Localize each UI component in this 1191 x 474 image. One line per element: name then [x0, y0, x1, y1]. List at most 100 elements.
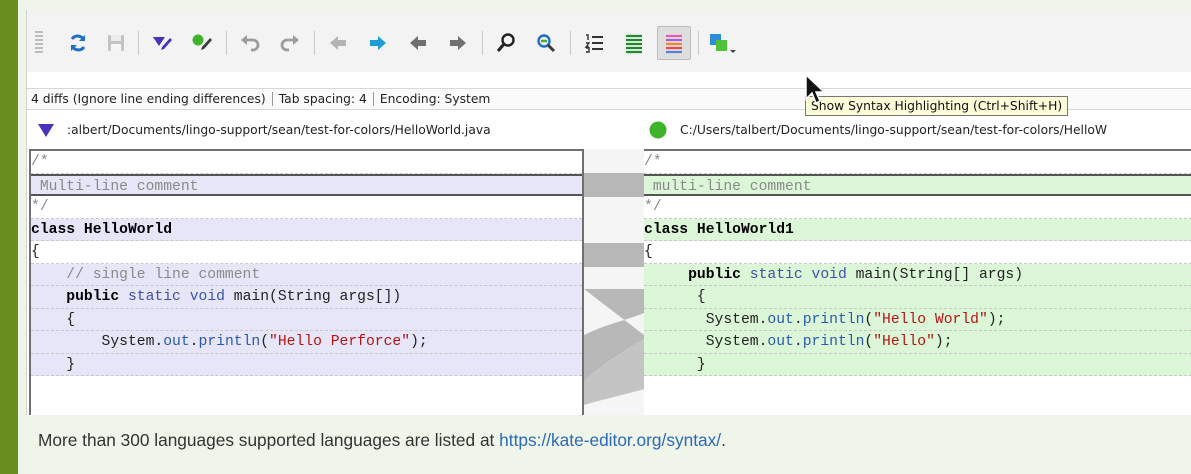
syntax-link[interactable]: https://kate-editor.org/syntax/: [499, 430, 721, 450]
diff-count-label: 4 diffs (Ignore line ending differences): [31, 92, 266, 106]
identifier: out: [767, 334, 794, 350]
identifier: println: [198, 334, 261, 350]
code-line: }: [644, 353, 1191, 376]
code-text: {: [644, 244, 653, 260]
refresh-icon: [70, 34, 86, 52]
keyword: public: [688, 266, 741, 283]
code-line: {: [644, 286, 1191, 309]
find-next-button[interactable]: [529, 26, 563, 60]
code-text: System.out.println("Hello World");: [644, 311, 1006, 328]
toolbar-grip[interactable]: [35, 31, 43, 55]
diamond-marker-icon: [153, 37, 172, 50]
code-line: System.out.println("Hello");: [644, 331, 1191, 354]
refresh-button[interactable]: [61, 26, 95, 60]
line-numbers-icon: [584, 34, 603, 53]
encoding-label[interactable]: Encoding: System: [380, 92, 491, 106]
code-text: /*: [644, 154, 662, 170]
code-line: {: [644, 241, 1191, 264]
code-line: /*: [644, 151, 1191, 174]
code-text: */: [644, 199, 662, 215]
code-text: System.out.println("Hello Perforce");: [31, 334, 428, 350]
code-line: /*: [31, 151, 582, 174]
undo-button[interactable]: [233, 26, 267, 60]
diff-lines-icon: [626, 34, 642, 54]
toggle-right-marker-button[interactable]: [185, 26, 219, 60]
status-divider: [271, 92, 273, 106]
toolbar-separator: [698, 31, 699, 55]
code-line: */: [644, 196, 1191, 219]
syntax-highlighting-button[interactable]: [657, 26, 691, 60]
next-file-icon: [450, 36, 466, 50]
right-code-pane[interactable]: /* multi-line comment */ class HelloWorl…: [644, 149, 1191, 415]
code-line: {: [31, 308, 582, 331]
code-line: System.out.println("Hello Perforce");: [31, 331, 582, 354]
diff-connector-gutter: [584, 149, 644, 415]
next-file-button[interactable]: [441, 26, 475, 60]
string-literal: "Hello World": [873, 311, 988, 328]
merge-options-button[interactable]: [705, 26, 739, 60]
code-line: */: [31, 196, 582, 219]
redo-button[interactable]: [273, 26, 307, 60]
find-button[interactable]: [489, 26, 523, 60]
status-divider: [372, 92, 374, 106]
code-text: class HelloWorld: [31, 221, 173, 238]
code-text: class HelloWorld1: [644, 221, 794, 238]
keyword: static: [127, 289, 181, 305]
code-line: multi-line comment: [644, 173, 1191, 196]
circle-marker-icon: [192, 34, 212, 50]
code-text: /*: [31, 154, 49, 170]
left-code-pane[interactable]: /* Multi-line comment */ class HelloWorl…: [29, 149, 584, 415]
next-diff-button[interactable]: [361, 26, 395, 60]
code-line: public static void main(String args[]): [31, 286, 582, 309]
previous-diff-button[interactable]: [401, 26, 435, 60]
file-header: :albert/Documents/lingo-support/sean/tes…: [27, 111, 1191, 149]
caption-text: More than 300 languages supported langua…: [38, 430, 500, 450]
toggle-left-marker-button[interactable]: [145, 26, 179, 60]
save-button[interactable]: [99, 26, 133, 60]
merge-options-icon: [710, 34, 736, 53]
diff-connector-shapes: [584, 173, 644, 405]
tooltip: Show Syntax Highlighting (Ctrl+Shift+H): [805, 96, 1069, 116]
find-icon: [496, 33, 515, 52]
code-line: class HelloWorld: [31, 218, 582, 241]
caption-end: .: [721, 430, 726, 450]
code-line: Multi-line comment: [31, 173, 582, 196]
code-text: {: [31, 244, 40, 260]
code-text: {: [644, 289, 706, 305]
code-line: class HelloWorld1: [644, 218, 1191, 241]
toolbar-separator: [570, 31, 571, 55]
code-text: public static void main(String[] args): [688, 266, 1024, 283]
code-line: public static void main(String[] args): [644, 263, 1191, 286]
toolbar-separator: [226, 31, 227, 55]
save-icon: [108, 35, 124, 51]
redo-icon: [280, 35, 299, 52]
code-text: // single line comment: [31, 266, 261, 283]
diff-lines-button[interactable]: [617, 26, 651, 60]
diff-tool-window: 4 diffs (Ignore line ending differences)…: [26, 10, 1191, 415]
string-literal: "Hello": [873, 334, 935, 350]
line-numbers-button[interactable]: [577, 26, 611, 60]
keyword: public: [66, 289, 120, 305]
code-line: // single line comment: [31, 263, 582, 286]
keyword: static: [749, 266, 803, 283]
mouse-cursor-icon: [805, 73, 826, 105]
identifier: println: [802, 311, 865, 328]
previous-file-button[interactable]: [321, 26, 355, 60]
code-text: public static void main(String args[]): [66, 289, 402, 305]
accent-bar: [0, 0, 18, 474]
toolbar-separator: [314, 31, 315, 55]
syntax-highlighting-icon: [666, 34, 682, 54]
identifier: out: [163, 334, 190, 350]
toolbar-separator: [138, 31, 139, 55]
code-text: }: [644, 356, 706, 373]
tab-spacing-label[interactable]: Tab spacing: 4: [279, 92, 367, 106]
identifier: println: [802, 334, 865, 350]
code-line: {: [31, 241, 582, 264]
left-file-path: :albert/Documents/lingo-support/sean/tes…: [67, 123, 491, 137]
code-text: }: [31, 356, 76, 373]
toolbar-separator: [482, 31, 483, 55]
code-text: Multi-line comment: [31, 178, 199, 195]
code-text: {: [31, 311, 76, 328]
code-text: */: [31, 199, 49, 215]
diamond-marker-icon: [38, 124, 54, 137]
